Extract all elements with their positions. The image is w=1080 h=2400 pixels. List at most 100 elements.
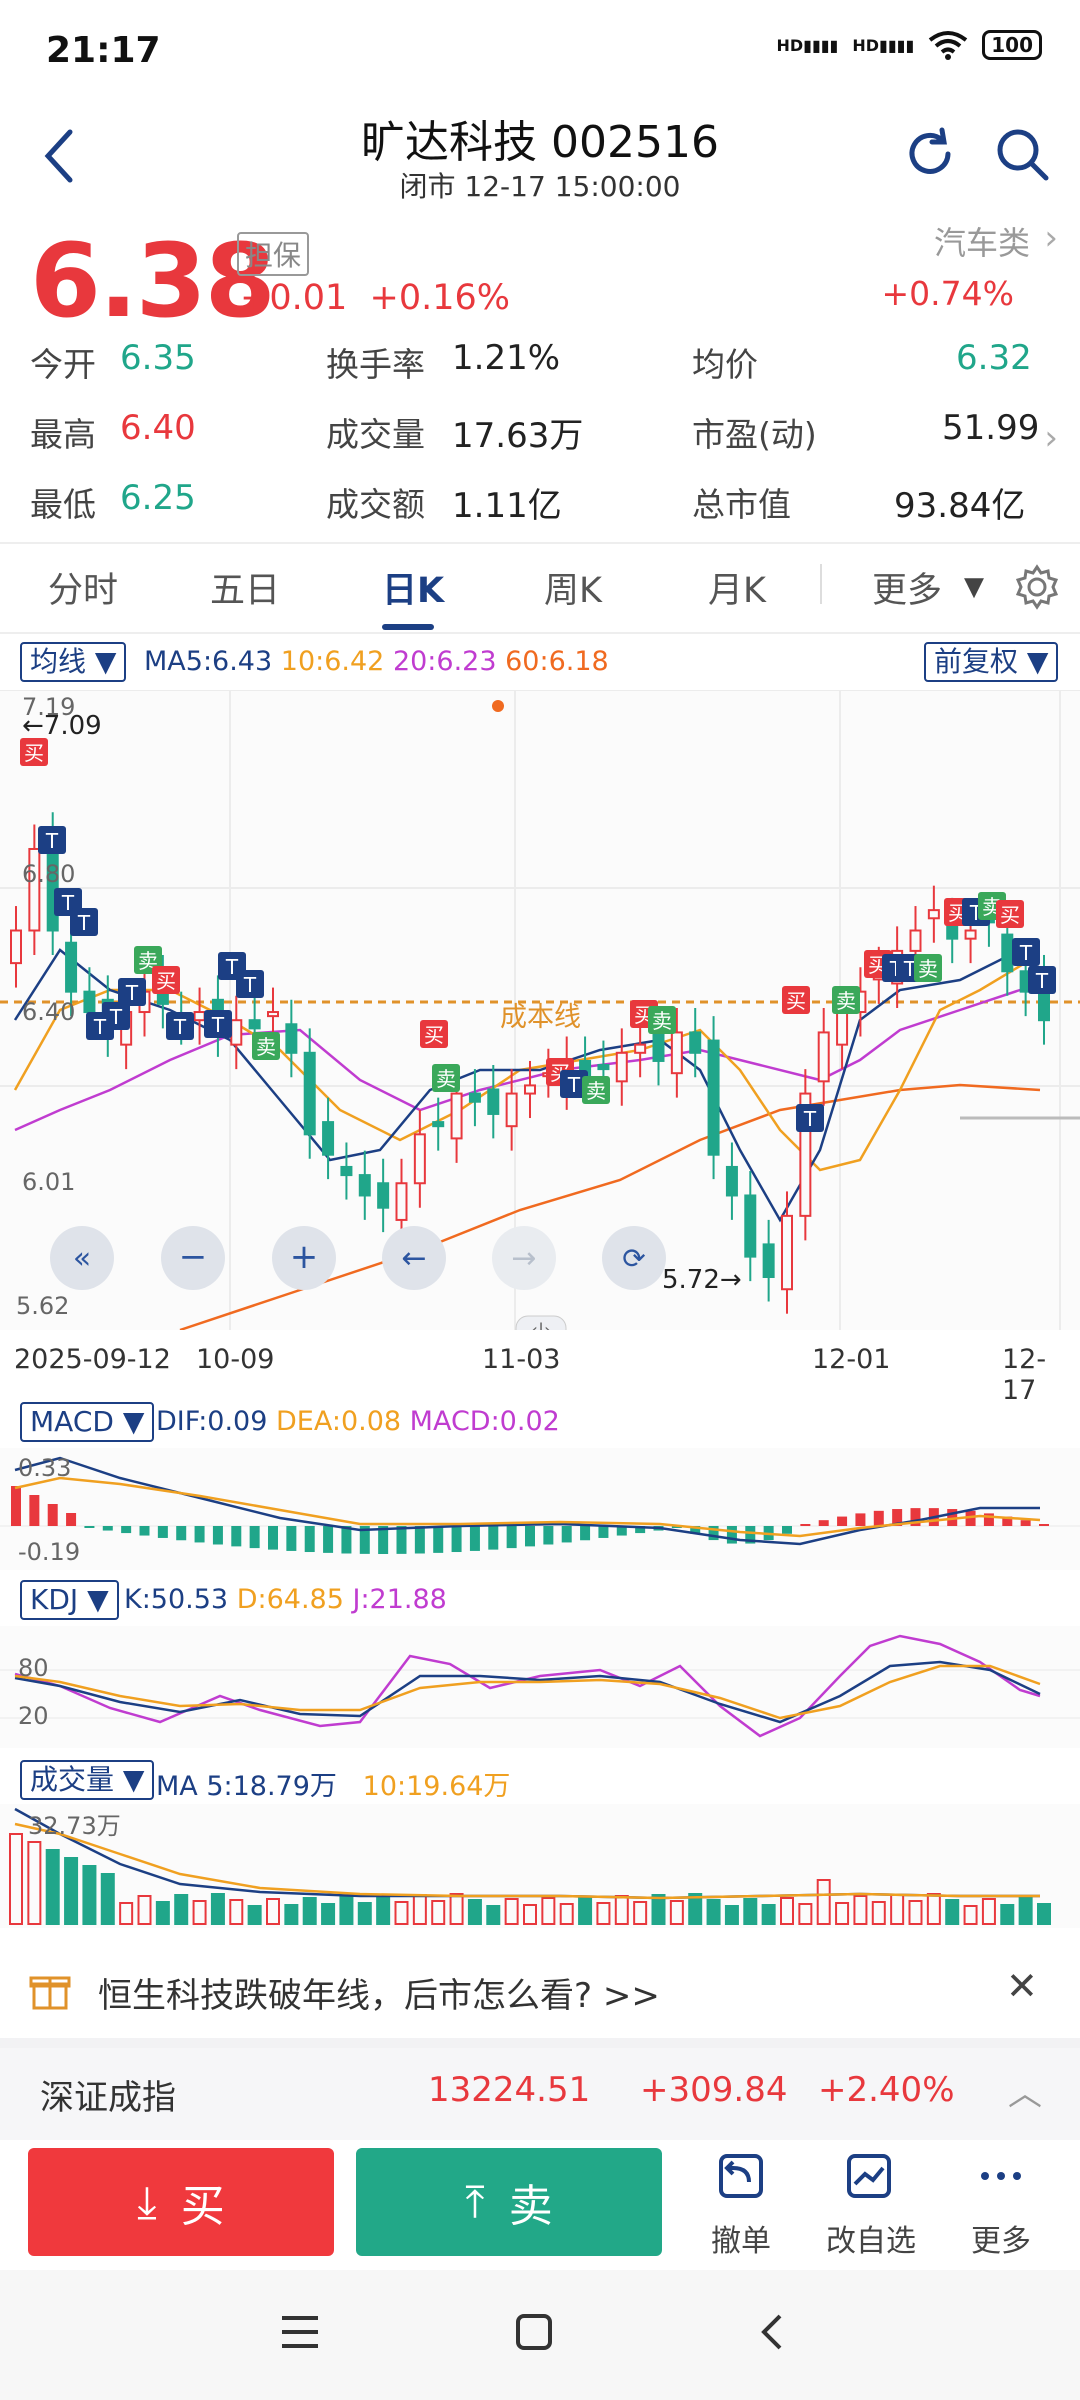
gear-icon[interactable] [1012, 562, 1062, 612]
volume-bar [926, 1893, 941, 1925]
volume-bar [64, 1857, 79, 1925]
stat-value: 6.25 [120, 478, 196, 518]
tab-weekly-k[interactable]: 周K [544, 562, 602, 613]
chevron-right-icon[interactable]: › [1044, 218, 1058, 258]
stat-label: 今开 [30, 345, 96, 384]
t-signal-label: T [173, 1015, 187, 1039]
macd-bar [286, 1526, 297, 1551]
index-pct: +2.40% [818, 2070, 955, 2110]
volume-bar [357, 1902, 372, 1925]
index-name: 深证成指 [40, 2078, 176, 2118]
t-signal-label: T [211, 1013, 225, 1037]
index-change: +309.84 [640, 2070, 788, 2110]
tab-monthly-k[interactable]: 月K [708, 562, 766, 613]
gift-icon [29, 1976, 71, 2010]
macd-bar [561, 1526, 572, 1543]
stat-label: 均价 [692, 345, 758, 384]
refresh-button[interactable] [898, 122, 962, 186]
volume-bar [871, 1901, 886, 1925]
home-icon[interactable] [512, 2310, 556, 2354]
ma-selector[interactable]: 均线 ▼ [20, 642, 127, 682]
tab-daily-k[interactable]: 日K [382, 562, 444, 613]
macd-bar [726, 1526, 737, 1544]
macd-bar [194, 1526, 205, 1543]
sell-button[interactable]: ⤒ 卖 [356, 2148, 662, 2256]
macd-bar [1039, 1524, 1049, 1526]
more-button[interactable]: 更多 [946, 2150, 1056, 2260]
volume-bar [192, 1900, 207, 1925]
volume-bar [614, 1895, 629, 1925]
candle [395, 1182, 408, 1221]
buy-signal-label: 买 [786, 989, 806, 1013]
volume-bar [339, 1896, 354, 1925]
tab-intraday[interactable]: 分时 [48, 562, 118, 613]
volume-bar [119, 1902, 134, 1925]
nav-back-icon[interactable] [752, 2310, 792, 2354]
cancel-order-button[interactable]: 撤单 [686, 2150, 796, 2260]
volume-bar [633, 1901, 648, 1925]
macd-bar [84, 1526, 95, 1528]
search-button[interactable] [990, 122, 1054, 186]
menu-icon[interactable] [276, 2310, 324, 2354]
macd-bar [598, 1526, 609, 1538]
macd-axis-label: 0.33 [18, 1454, 71, 1482]
volume-bar [853, 1895, 868, 1925]
macd-bar [231, 1526, 242, 1547]
candle [285, 1023, 298, 1054]
price-axis-label: 6.80 [22, 860, 75, 888]
volume-selector[interactable]: 成交量 ▼ [20, 1760, 155, 1800]
sector-link[interactable]: 汽车类 [934, 218, 1030, 264]
volume-bar [724, 1905, 739, 1925]
caret-down-icon[interactable]: ▼ [964, 572, 984, 602]
candle [964, 929, 977, 940]
candle [322, 1121, 335, 1156]
macd-bar [469, 1526, 480, 1551]
candle [634, 1043, 647, 1054]
kdj-selector[interactable]: KDJ ▼ [20, 1580, 119, 1620]
candle [762, 1243, 775, 1279]
buy-button[interactable]: ⤓ 买 [28, 2148, 334, 2256]
edit-watchlist-button[interactable]: 改自选 [816, 2150, 926, 2260]
event-dot [492, 700, 504, 712]
macd-bar [488, 1526, 499, 1550]
adjust-selector[interactable]: 前复权 ▼ [924, 642, 1059, 682]
stat-value: 1.21% [452, 338, 561, 378]
date-label: 12-17 [1002, 1344, 1047, 1406]
tag-badge: 担保 [237, 232, 310, 276]
tab-five-day[interactable]: 五日 [210, 562, 280, 613]
macd-bar [525, 1526, 535, 1547]
sell-signal-label: 卖 [836, 989, 856, 1013]
macd-axis-label: -0.19 [18, 1538, 80, 1566]
volume-bar [137, 1895, 152, 1925]
chevron-up-icon[interactable]: ︿ [1008, 2066, 1042, 2115]
date-label: 10-09 [196, 1344, 275, 1375]
signal-icon-2: HD▮▮▮▮ [852, 35, 915, 55]
candle [468, 1092, 481, 1103]
kdj-chart[interactable]: 80 20 [0, 1626, 1080, 1748]
macd-bar [782, 1526, 792, 1534]
candlestick-chart[interactable]: 7.19 6.80 6.40 6.01 5.62 ←7.09 5.72→ 成本线… [0, 690, 1080, 1330]
signal-icon: HD▮▮▮▮ [776, 35, 839, 55]
divider [0, 542, 1080, 544]
volume-bar [578, 1896, 593, 1925]
stat-label: 成交量 [326, 415, 425, 454]
wifi-icon [929, 31, 968, 60]
stat-value: 17.63万 [452, 416, 584, 456]
candle [597, 1064, 610, 1071]
close-icon[interactable]: ✕ [1006, 1964, 1038, 2008]
volume-bar [229, 1899, 244, 1925]
candle [817, 1031, 830, 1083]
tab-more[interactable]: 更多 [872, 562, 942, 613]
chevron-right-icon[interactable]: › [1044, 418, 1058, 458]
stat-label: 成交额 [326, 485, 425, 524]
volume-chart[interactable]: 32.73万 [0, 1804, 1080, 1928]
macd-selector[interactable]: MACD ▼ [20, 1402, 155, 1442]
volume-bar [284, 1904, 299, 1925]
candle [413, 1133, 426, 1185]
stat-value: 1.11亿 [452, 486, 562, 526]
volume-bar [9, 1833, 23, 1925]
macd-chart[interactable]: 0.33 -0.19 [0, 1448, 1080, 1570]
t-signal-label: T [243, 973, 257, 997]
banner-text[interactable]: 恒生科技跌破年线，后市怎么看? >> [98, 1968, 660, 2017]
stat-label: 换手率 [326, 345, 425, 384]
